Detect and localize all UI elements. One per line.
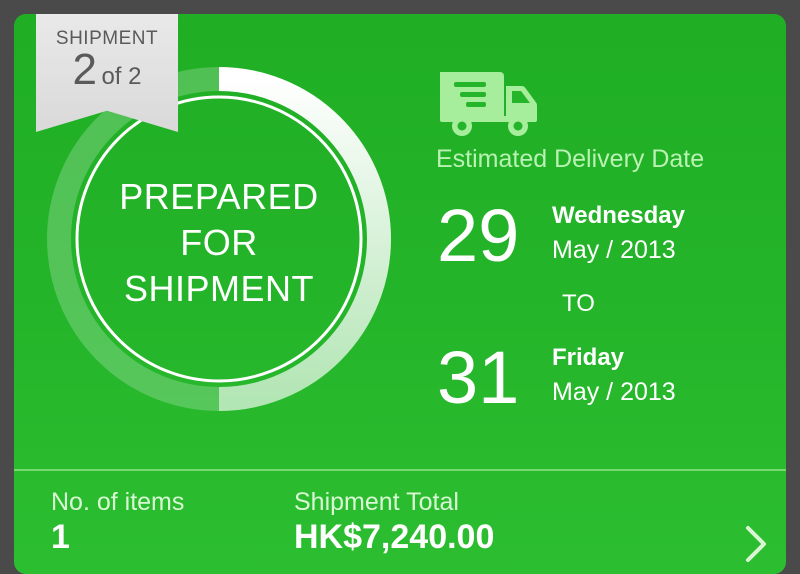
shipment-count: 2 of 2 [36,48,178,102]
shipment-tag-label: SHIPMENT [55,28,159,49]
truck-icon [440,72,537,136]
delivery-to-month: May / 2013 [552,378,676,406]
delivery-to-label: TO [562,290,595,317]
delivery-from-day: 29 [437,194,520,277]
status-line-2: FOR [180,222,258,263]
estimated-delivery-label: Estimated Delivery Date [436,145,705,173]
chevron-right-icon[interactable] [742,524,772,564]
shipment-total-label: Shipment Total [294,488,459,516]
items-value: 1 [51,518,70,556]
status-line-1: PREPARED [119,176,319,217]
divider [14,469,786,471]
delivery-from-weekday: Wednesday [552,202,685,229]
shipment-status: PREPARED FOR SHIPMENT [94,174,344,312]
status-line-3: SHIPMENT [123,268,314,309]
items-label: No. of items [51,488,185,516]
shipment-total-value: HK$7,240.00 [294,518,495,556]
shipment-current: 2 [72,45,97,94]
shipment-card[interactable]: PREPARED FOR SHIPMENT SHIPMENT 2 of 2 Es… [14,14,786,574]
delivery-to-weekday: Friday [552,344,625,371]
delivery-to-day: 31 [437,336,520,419]
shipment-of-total: of 2 [101,63,142,90]
delivery-from-month: May / 2013 [552,236,676,264]
